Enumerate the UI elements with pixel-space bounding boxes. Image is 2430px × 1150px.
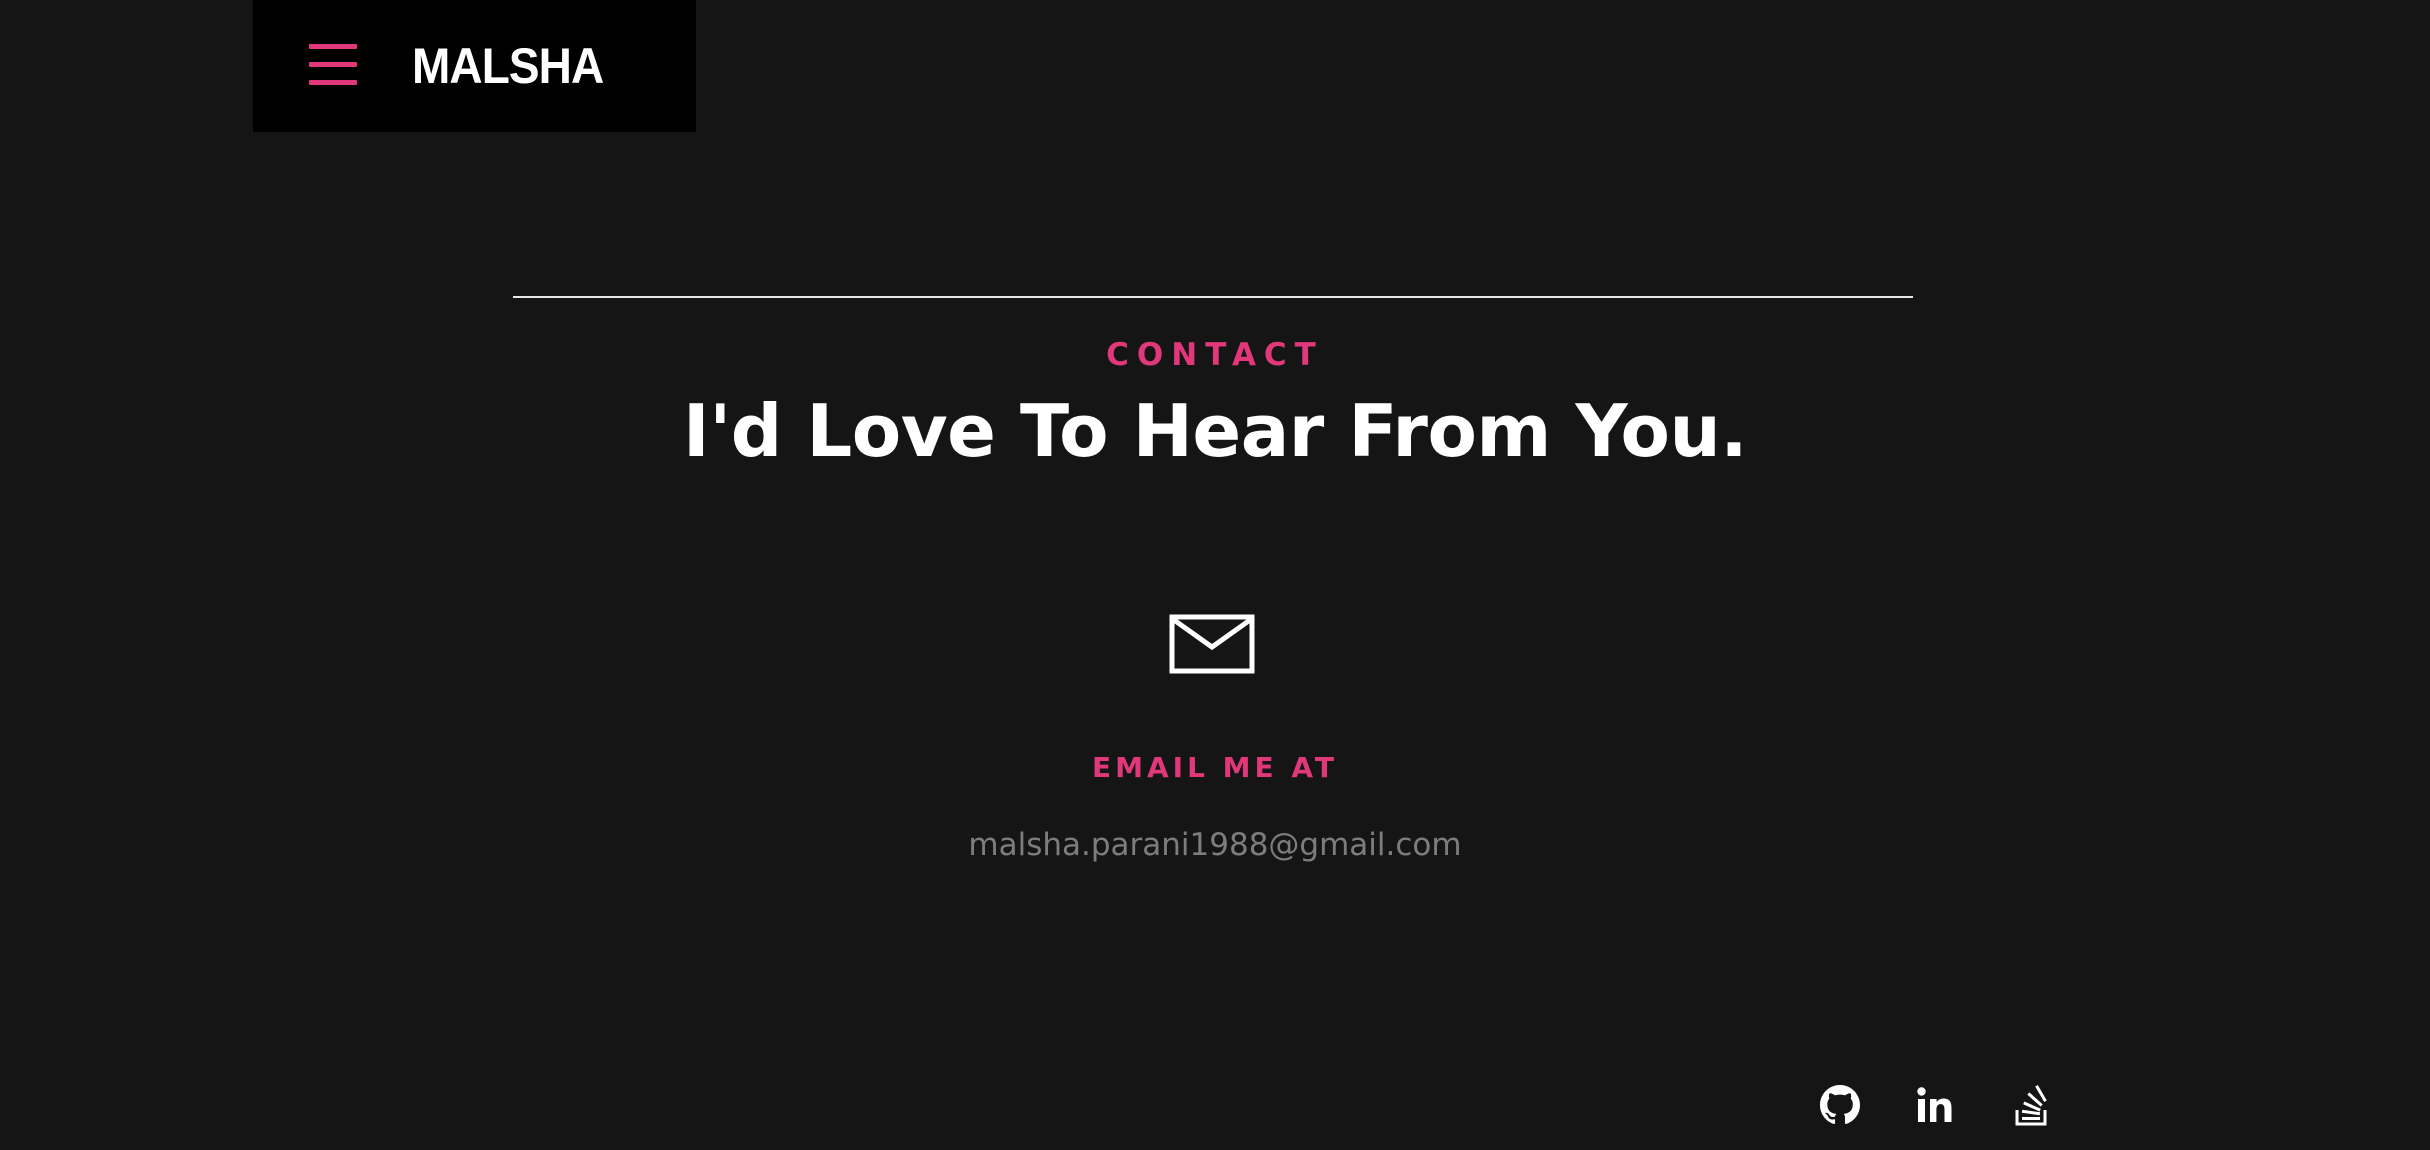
email-address-link[interactable]: malsha.parani1988@gmail.com	[0, 827, 2430, 863]
section-divider	[513, 296, 1913, 298]
menu-bar-bottom	[309, 80, 357, 85]
menu-bar-middle	[309, 62, 357, 67]
stackoverflow-icon[interactable]	[2013, 1083, 2053, 1127]
github-icon[interactable]	[1819, 1083, 1861, 1127]
site-logo[interactable]: MALSHA	[412, 36, 604, 96]
contact-section-label: CONTACT	[1106, 337, 1324, 373]
site-header: MALSHA	[253, 0, 696, 132]
page: MALSHA CONTACT I'd Love To Hear From You…	[0, 0, 2430, 1150]
hamburger-menu-icon[interactable]	[309, 44, 359, 88]
email-label: EMAIL ME AT	[1091, 751, 1338, 784]
envelope-icon	[1169, 614, 1255, 678]
menu-bar-top	[309, 44, 357, 49]
contact-headline: I'd Love To Hear From You.	[682, 389, 1748, 473]
linkedin-icon[interactable]	[1915, 1083, 1957, 1127]
